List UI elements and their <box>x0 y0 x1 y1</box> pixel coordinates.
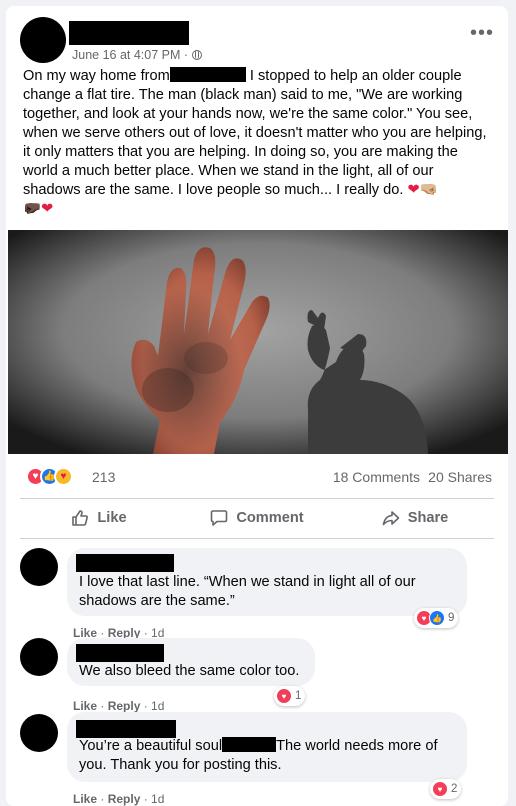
like-reaction-icon: 👍 <box>429 610 445 626</box>
heart-emoji-2: ❤ <box>41 201 54 217</box>
comment-actions: Like · Reply · 1d <box>73 792 165 806</box>
thumbs-up-icon <box>72 510 89 526</box>
comment-bubble: You’re a beautiful soul The world needs m… <box>67 712 467 782</box>
comment-actions: Like · Reply · 1d <box>73 699 165 713</box>
comment-like-link[interactable]: Like <box>73 792 97 806</box>
comment-text-part1: You’re a beautiful soul <box>79 738 223 754</box>
comment-reactions[interactable]: ♥ 👍 9 <box>414 608 459 628</box>
commenter-name-redacted[interactable] <box>76 720 176 738</box>
reactions-summary: ♥ 👍 ♥ 213 18 Comments 20 Shares <box>26 467 492 487</box>
hand-and-shadow-image <box>8 230 508 454</box>
reaction-icons[interactable]: ♥ 👍 ♥ <box>26 467 73 486</box>
fist-bump-light-emoji: 🤜🏼 <box>419 182 438 198</box>
commenter-avatar[interactable] <box>20 638 58 676</box>
comment-text: We also bleed the same color too. <box>79 663 300 679</box>
care-reaction-icon: ♥ <box>54 467 73 486</box>
share-button[interactable]: Share <box>336 500 494 536</box>
shares-count[interactable]: 20 Shares <box>428 469 492 485</box>
comment-reaction-count: 2 <box>451 783 458 795</box>
comment-bubble-icon <box>211 510 228 526</box>
post-text-part2: I stopped to help an older couple change… <box>23 68 487 198</box>
comment-like-link[interactable]: Like <box>73 699 97 713</box>
comment-reply-link[interactable]: Reply <box>108 699 141 713</box>
comment-time[interactable]: 1d <box>151 792 164 806</box>
divider-bottom <box>20 538 494 539</box>
post-card: June 16 at 4:07 PM · ••• On my way home … <box>6 6 508 806</box>
more-options-icon[interactable]: ••• <box>470 23 494 43</box>
post-actions: Like Comment Share <box>20 500 494 536</box>
post-photo[interactable] <box>8 230 508 454</box>
share-button-label: Share <box>407 510 449 526</box>
commenter-avatar[interactable] <box>20 548 58 586</box>
post-text: On my way home from I stopped to help an… <box>23 67 493 219</box>
commenter-name-redacted[interactable] <box>76 554 174 572</box>
comment-bubble: I love that last line. “When we stand in… <box>67 548 467 616</box>
like-button-label: Like <box>97 510 127 526</box>
globe-icon <box>191 50 202 60</box>
heart-emoji: ❤ <box>407 182 420 198</box>
comment-text: You’re a beautiful soul The world needs m… <box>79 737 459 775</box>
commenter-avatar[interactable] <box>20 714 58 752</box>
comments-count[interactable]: 18 Comments <box>333 469 420 485</box>
post-meta: June 16 at 4:07 PM · <box>72 48 202 62</box>
comment-button-label: Comment <box>236 510 304 526</box>
comment-reactions[interactable]: ♥ 1 <box>274 686 306 706</box>
comment-time[interactable]: 1d <box>151 699 164 713</box>
share-arrow-icon <box>382 511 400 526</box>
comment-reply-link[interactable]: Reply <box>108 792 141 806</box>
love-reaction-icon: ♥ <box>432 781 448 797</box>
comment-button[interactable]: Comment <box>178 500 336 536</box>
love-reaction-icon: ♥ <box>276 688 292 704</box>
location-redacted <box>169 67 246 82</box>
divider-top <box>20 498 494 499</box>
fist-bump-dark-emoji: 🤛🏿 <box>23 201 42 217</box>
author-name-redacted[interactable] <box>69 21 189 45</box>
comment-reaction-count: 1 <box>295 690 302 702</box>
author-avatar[interactable] <box>20 17 66 63</box>
commenter-name-redacted[interactable] <box>76 644 164 662</box>
name-redacted <box>222 737 277 752</box>
post-text-part1: On my way home from <box>23 68 170 84</box>
reaction-count[interactable]: 213 <box>92 469 115 485</box>
like-button[interactable]: Like <box>20 500 178 536</box>
meta-separator: · <box>183 48 189 62</box>
comment-text: I love that last line. “When we stand in… <box>79 574 416 609</box>
comment-reaction-count: 9 <box>448 612 455 624</box>
comment-reactions[interactable]: ♥ 2 <box>430 779 462 799</box>
comment-bubble: We also bleed the same color too. <box>67 638 315 686</box>
post-timestamp[interactable]: June 16 at 4:07 PM <box>72 48 180 62</box>
